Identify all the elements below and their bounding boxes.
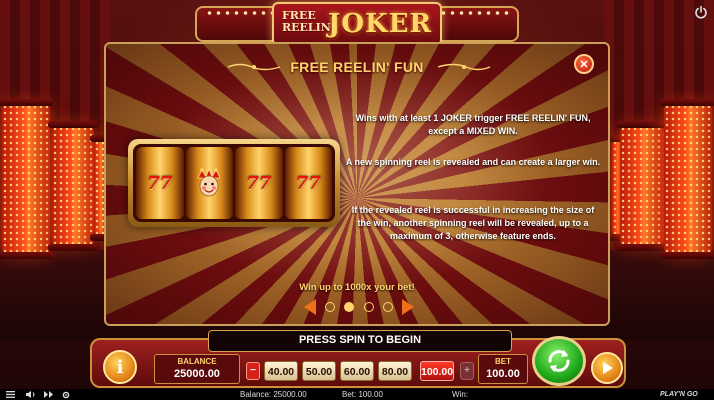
spin-icon: [548, 350, 570, 372]
info-button[interactable]: i: [103, 350, 137, 384]
bet-label: BET: [495, 357, 511, 366]
info-icon: i: [116, 356, 124, 378]
bet-option[interactable]: 80.00: [378, 361, 412, 381]
reel-2: [185, 147, 233, 219]
close-icon: ✕: [579, 58, 589, 71]
decor-lamp: [48, 121, 98, 251]
decor-lamp: [660, 99, 714, 259]
brand-logo: PLAY'N GO: [660, 391, 698, 398]
reel-illustration: 77 77 77: [128, 139, 340, 227]
status-bet: Bet: 100.00: [342, 390, 383, 399]
max-win-text: Win up to 1000x your bet!: [299, 282, 415, 293]
power-icon[interactable]: [694, 5, 708, 19]
balance-display: BALANCE 25000.00: [154, 354, 240, 384]
status-bar: Balance: 25000.00 Bet: 100.00 Win: PLAY'…: [0, 389, 714, 400]
bet-option[interactable]: 50.00: [302, 361, 336, 381]
decor-lamp: [616, 121, 668, 251]
menu-icon[interactable]: [6, 391, 15, 398]
status-balance: Balance: 25000.00: [240, 390, 307, 399]
game-logo: FREE REELIN' JOKER: [272, 2, 442, 46]
bet-increase-button[interactable]: +: [460, 362, 474, 380]
title-flourish-right-icon: [437, 63, 491, 71]
bet-option[interactable]: 40.00: [264, 361, 298, 381]
feature-description-2: A new spinning reel is revealed and can …: [345, 157, 601, 167]
balance-label: BALANCE: [177, 357, 217, 366]
page-dot-4[interactable]: [382, 302, 393, 312]
autoplay-icon: [603, 362, 613, 374]
settings-icon[interactable]: [62, 391, 70, 399]
bet-display: BET 100.00: [478, 354, 528, 384]
decor-lamp: [0, 99, 54, 259]
reel-3: 77: [235, 147, 283, 219]
page-dot-3[interactable]: [363, 302, 374, 312]
logo-line-1: FREE: [282, 9, 316, 22]
sound-icon[interactable]: [26, 391, 36, 398]
joker-symbol-icon: [197, 168, 221, 197]
page-dot-2[interactable]: [344, 302, 355, 312]
paytable-panel: FREE REELIN' FUN ✕ 77 77 77 Wins with at…: [104, 42, 610, 326]
balance-value: 25000.00: [174, 368, 220, 380]
page-navigation: [304, 298, 414, 316]
page-dot-1[interactable]: [325, 302, 336, 312]
bet-value: 100.00: [486, 368, 520, 380]
next-page-arrow-icon[interactable]: [401, 299, 414, 315]
bet-option-selected[interactable]: 100.00: [420, 361, 454, 381]
reel-4: 77: [284, 147, 332, 219]
panel-title: FREE REELIN' FUN: [290, 59, 424, 75]
turbo-icon[interactable]: [44, 391, 54, 398]
close-button[interactable]: ✕: [574, 54, 594, 74]
spin-button[interactable]: [532, 336, 586, 386]
bet-option[interactable]: 60.00: [340, 361, 374, 381]
autoplay-button[interactable]: [591, 352, 623, 384]
symbol-77: 77: [147, 172, 173, 194]
symbol-77: 77: [295, 172, 321, 194]
bet-decrease-button[interactable]: −: [246, 362, 260, 380]
logo-line-2: REELIN': [282, 21, 335, 34]
reel-1: 77: [136, 147, 184, 219]
status-win: Win:: [452, 390, 468, 399]
symbol-77: 77: [246, 172, 272, 194]
feature-description-1: Wins with at least 1 JOKER trigger FREE …: [355, 113, 591, 136]
previous-page-arrow-icon[interactable]: [304, 299, 316, 315]
logo-main: JOKER: [328, 9, 432, 39]
feature-description-3: If the revealed reel is successful in in…: [351, 205, 595, 241]
message-bar: PRESS SPIN TO BEGIN: [208, 330, 512, 352]
reel-window: 77 77 77: [133, 144, 335, 222]
